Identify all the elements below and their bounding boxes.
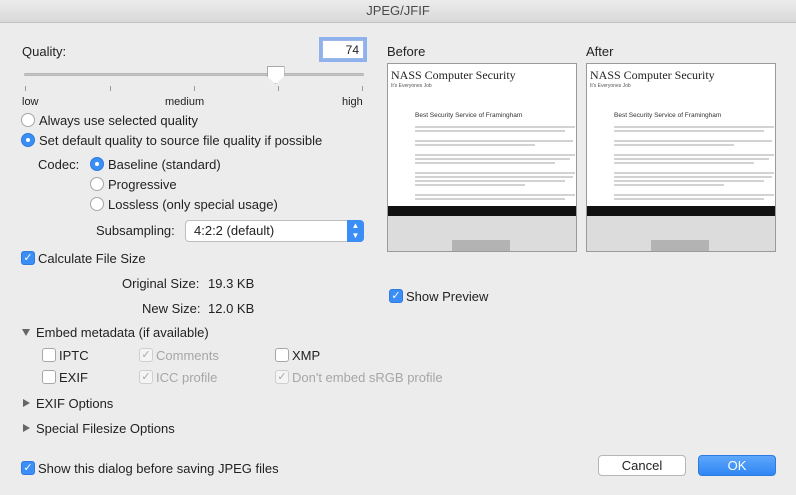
preview-text-line bbox=[614, 140, 772, 142]
quality-label: Quality: bbox=[22, 44, 67, 59]
preview-page-heading: Best Security Service of Framingham bbox=[614, 112, 722, 119]
preview-text-line bbox=[614, 130, 764, 132]
dont-embed-srgb-label: Don't embed sRGB profile bbox=[292, 370, 443, 385]
preview-text-line bbox=[415, 158, 570, 160]
new-size-label: New Size: bbox=[142, 301, 201, 316]
embed-metadata-header[interactable]: Embed metadata (if available) bbox=[36, 325, 209, 340]
disclosure-triangle-closed-icon[interactable] bbox=[23, 399, 30, 407]
after-preview: NASS Computer Security It's Everyones Jo… bbox=[586, 63, 776, 252]
preview-text-line bbox=[415, 154, 575, 156]
preview-monitor-bezel bbox=[587, 206, 775, 216]
before-preview: NASS Computer Security It's Everyones Jo… bbox=[387, 63, 577, 252]
always-use-selected-label[interactable]: Always use selected quality bbox=[39, 113, 198, 128]
exif-label[interactable]: EXIF bbox=[59, 370, 88, 385]
show-preview-label[interactable]: Show Preview bbox=[406, 289, 488, 304]
before-label: Before bbox=[387, 44, 426, 59]
preview-text-line bbox=[415, 198, 565, 200]
quality-slider-knob[interactable] bbox=[266, 66, 285, 84]
subsampling-value: 4:2:2 (default) bbox=[194, 223, 275, 238]
preview-text-line bbox=[415, 140, 573, 142]
slider-label-low: low bbox=[22, 96, 39, 108]
chevron-updown-icon: ▲ ▼ bbox=[347, 220, 364, 242]
slider-tick bbox=[110, 86, 111, 91]
special-filesize-header[interactable]: Special Filesize Options bbox=[36, 421, 175, 436]
disclosure-triangle-closed-icon[interactable] bbox=[23, 424, 30, 432]
show-dialog-checkbox[interactable]: ✓ bbox=[21, 461, 35, 475]
quality-input[interactable]: 74 bbox=[322, 40, 364, 59]
preview-monitor-bezel bbox=[388, 206, 576, 216]
codec-baseline-label[interactable]: Baseline (standard) bbox=[108, 157, 221, 172]
preview-page-subtitle: It's Everyones Job bbox=[391, 83, 432, 89]
subsampling-select[interactable]: 4:2:2 (default) ▲ ▼ bbox=[185, 220, 364, 242]
preview-text-line bbox=[614, 154, 774, 156]
preview-monitor-stand bbox=[452, 240, 510, 251]
codec-progressive-radio[interactable] bbox=[90, 177, 104, 191]
comments-checkbox: ✓ bbox=[139, 348, 153, 362]
preview-monitor-stand bbox=[651, 240, 709, 251]
codec-progressive-label[interactable]: Progressive bbox=[108, 177, 177, 192]
iptc-checkbox[interactable] bbox=[42, 348, 56, 362]
original-size-label: Original Size: bbox=[122, 276, 200, 291]
iptc-label[interactable]: IPTC bbox=[59, 348, 89, 363]
icc-profile-label: ICC profile bbox=[156, 370, 218, 385]
preview-text-line bbox=[415, 162, 555, 164]
subsampling-label: Subsampling: bbox=[96, 223, 175, 238]
codec-lossless-radio[interactable] bbox=[90, 197, 104, 211]
slider-tick-low bbox=[25, 86, 26, 91]
show-preview-checkbox[interactable]: ✓ bbox=[389, 289, 403, 303]
comments-label: Comments bbox=[156, 348, 219, 363]
preview-page-heading: Best Security Service of Framingham bbox=[415, 112, 523, 119]
quality-slider-track[interactable] bbox=[24, 73, 364, 76]
codec-label: Codec: bbox=[38, 157, 80, 172]
preview-page-subtitle: It's Everyones Job bbox=[590, 83, 631, 89]
exif-checkbox[interactable] bbox=[42, 370, 56, 384]
preview-text-line bbox=[614, 126, 774, 128]
preview-text-line bbox=[614, 198, 764, 200]
show-dialog-label[interactable]: Show this dialog before saving JPEG file… bbox=[38, 461, 279, 476]
set-default-source-label[interactable]: Set default quality to source file quali… bbox=[39, 133, 322, 148]
preview-text-line bbox=[415, 180, 565, 182]
dont-embed-srgb-checkbox: ✓ bbox=[275, 370, 289, 384]
slider-label-medium: medium bbox=[165, 96, 205, 108]
slider-tick-high bbox=[362, 86, 363, 91]
icc-profile-checkbox: ✓ bbox=[139, 370, 153, 384]
xmp-checkbox[interactable] bbox=[275, 348, 289, 362]
slider-label-high: high bbox=[342, 96, 363, 108]
codec-baseline-radio[interactable] bbox=[90, 157, 104, 171]
xmp-label[interactable]: XMP bbox=[292, 348, 320, 363]
preview-text-line bbox=[415, 184, 525, 186]
after-label: After bbox=[586, 44, 614, 59]
original-size-value: 19.3 KB bbox=[208, 276, 255, 291]
preview-text-line bbox=[415, 194, 575, 196]
disclosure-triangle-open-icon[interactable] bbox=[22, 329, 30, 336]
calculate-filesize-checkbox[interactable]: ✓ bbox=[21, 251, 35, 265]
cancel-button[interactable]: Cancel bbox=[598, 455, 686, 476]
calculate-filesize-label[interactable]: Calculate File Size bbox=[38, 251, 146, 266]
set-default-source-radio[interactable] bbox=[21, 133, 35, 147]
new-size-value: 12.0 KB bbox=[208, 301, 255, 316]
preview-text-line bbox=[415, 144, 535, 146]
preview-text-line bbox=[614, 158, 769, 160]
slider-tick-medium bbox=[194, 86, 195, 91]
preview-text-line bbox=[614, 144, 734, 146]
window-title: JPEG/JFIF bbox=[0, 0, 796, 23]
preview-text-line bbox=[415, 126, 575, 128]
preview-page-title: NASS Computer Security bbox=[391, 68, 516, 82]
preview-text-line bbox=[614, 184, 724, 186]
always-use-selected-radio[interactable] bbox=[21, 113, 35, 127]
preview-page-title: NASS Computer Security bbox=[590, 68, 715, 82]
codec-lossless-label[interactable]: Lossless (only special usage) bbox=[108, 197, 278, 212]
preview-text-line bbox=[614, 180, 764, 182]
preview-text-line bbox=[614, 194, 774, 196]
preview-text-line bbox=[614, 172, 774, 174]
ok-button[interactable]: OK bbox=[698, 455, 776, 476]
preview-text-line bbox=[614, 176, 772, 178]
preview-text-line bbox=[415, 176, 573, 178]
preview-text-line bbox=[415, 130, 565, 132]
exif-options-header[interactable]: EXIF Options bbox=[36, 396, 113, 411]
preview-text-line bbox=[614, 162, 754, 164]
slider-tick bbox=[278, 86, 279, 91]
preview-text-line bbox=[415, 172, 575, 174]
